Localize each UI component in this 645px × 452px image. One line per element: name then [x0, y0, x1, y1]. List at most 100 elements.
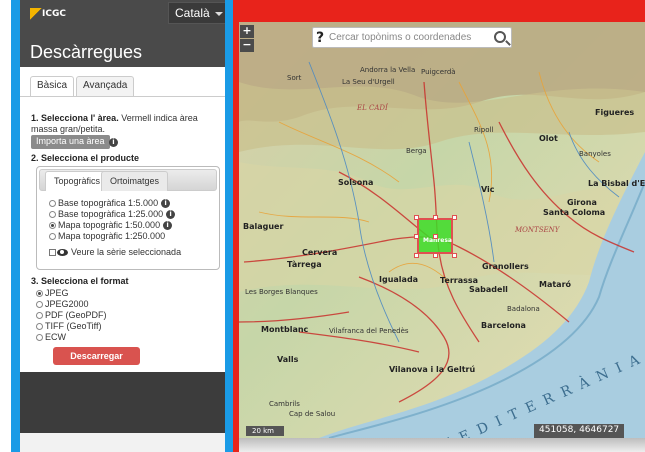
map-label: Badalona [507, 305, 540, 313]
map-label: Banyoles [579, 150, 611, 158]
format-option[interactable]: JPEG [36, 288, 69, 298]
map-label: Sort [287, 74, 302, 82]
radio-button-selected[interactable] [49, 221, 56, 229]
map-label: Olot [539, 134, 558, 143]
map-label: Girona [567, 198, 597, 207]
logo-text: ICGC [42, 9, 66, 19]
radio-button-selected[interactable] [36, 289, 43, 297]
search-icon[interactable] [494, 31, 506, 43]
download-panel: ICGC Català Descàrregues Bàsica Avançada… [20, 0, 225, 452]
map-view[interactable]: + − ? Cercar topònims o coordenades Puig… [239, 22, 645, 438]
panel-header: ICGC Català Descàrregues [20, 0, 225, 67]
map-label: Vilafranca del Penedès [329, 327, 409, 335]
map-label: Cambrils [269, 400, 300, 408]
map-label: MONTSENY [515, 226, 560, 234]
product-option[interactable]: Base topogràfica 1:5.000 i [49, 198, 171, 208]
info-icon[interactable]: i [163, 220, 173, 230]
info-icon[interactable]: i [161, 198, 171, 208]
map-label: Valls [277, 355, 299, 364]
help-icon[interactable]: ? [316, 30, 324, 46]
radio-button[interactable] [36, 333, 43, 341]
logo-mark-icon [30, 8, 42, 20]
product-option-label: Base topogràfica 1:25.000 [58, 209, 164, 219]
radio-button[interactable] [36, 311, 43, 319]
search-input[interactable]: Cercar topònims o coordenades [329, 32, 471, 43]
tab-topografics[interactable]: Topogràfics [45, 171, 110, 191]
search-box[interactable]: ? Cercar topònims o coordenades [312, 27, 512, 48]
selection-handle[interactable] [452, 253, 457, 258]
map-label: Balaguer [243, 222, 284, 231]
map-label: Puigcerdà [421, 68, 456, 76]
map-label: Les Borges Blanques [245, 288, 318, 296]
selection-handle[interactable] [433, 215, 438, 220]
selection-handle[interactable] [433, 253, 438, 258]
map-label: Granollers [482, 262, 529, 271]
zoom-in-button[interactable]: + [240, 25, 254, 38]
eye-icon [57, 248, 68, 256]
map-label: Figueres [595, 108, 635, 117]
map-footer-shadow [239, 438, 645, 452]
product-option[interactable]: Mapa topogràfic 1:50.000 i [49, 220, 173, 230]
format-label: JPEG [45, 288, 69, 298]
format-label: PDF (GeoPDF) [45, 310, 107, 320]
format-label: ECW [45, 332, 66, 342]
language-select[interactable]: Català [168, 2, 225, 24]
show-series-checkbox[interactable] [49, 248, 56, 256]
map-label: Solsona [338, 178, 374, 187]
step3-heading: 3. Selecciona el format [31, 276, 129, 286]
selection-center-handle[interactable] [433, 234, 438, 239]
radio-button[interactable] [49, 199, 56, 207]
map-label: Mataró [539, 280, 572, 289]
page-title: Descàrregues [30, 42, 143, 62]
step2-heading: 2. Selecciona el producte [31, 153, 140, 163]
tab-ortoimatges[interactable]: Ortoimatges [101, 171, 169, 191]
radio-button[interactable] [49, 210, 56, 218]
mode-tabs: Bàsica Avançada [30, 76, 136, 96]
product-option[interactable]: Base topogràfica 1:25.000 i [49, 209, 176, 219]
map-label: Vilanova i la Geltrú [389, 365, 476, 374]
product-panel: Topogràfics Ortoimatges Base topogràfica… [36, 166, 220, 270]
map-label: Terrassa [440, 276, 479, 285]
product-option-label: Mapa topogràfic 1:50.000 [58, 220, 161, 230]
map-label: Sabadell [469, 285, 508, 294]
coordinates-readout: 451058, 4646727 [534, 424, 625, 438]
panel-footer-strip [20, 433, 225, 452]
highlight-bar-top [233, 0, 645, 22]
step1-heading: 1. Selecciona l' àrea. [31, 113, 119, 123]
import-area-button[interactable]: Importa una àrea [31, 135, 110, 149]
radio-button[interactable] [49, 232, 56, 240]
highlight-bar-left [11, 0, 20, 452]
format-option[interactable]: PDF (GeoPDF) [36, 310, 107, 320]
tab-basica[interactable]: Bàsica [30, 76, 75, 96]
selection-handle[interactable] [452, 215, 457, 220]
tab-divider [20, 96, 225, 97]
format-option[interactable]: TIFF (GeoTiff) [36, 321, 102, 331]
zoom-out-button[interactable]: − [240, 39, 254, 52]
map-label: Andorra la Vella [360, 66, 416, 74]
selection-handle[interactable] [414, 215, 419, 220]
show-series-toggle[interactable]: Veure la sèrie seleccionada [49, 247, 181, 257]
map-label: Montblanc [261, 325, 309, 334]
format-option[interactable]: ECW [36, 332, 66, 342]
tab-avancada[interactable]: Avançada [76, 76, 135, 96]
step1-text: 1. Selecciona l' àrea. Vermell indica àr… [31, 113, 223, 135]
product-option-label: Base topogràfica 1:5.000 [58, 198, 159, 208]
icgc-logo[interactable]: ICGC [30, 8, 70, 24]
selection-handle[interactable] [414, 234, 419, 239]
radio-button[interactable] [36, 300, 43, 308]
map-label: Ripoll [474, 126, 494, 134]
map-label: La Seu d'Urgell [342, 78, 395, 86]
map-label: La Bisbal d'Empordà [588, 179, 645, 188]
info-icon[interactable]: i [109, 138, 118, 147]
map-label: Vic [481, 185, 495, 194]
map-label: Barcelona [481, 321, 526, 330]
radio-button[interactable] [36, 322, 43, 330]
format-label: TIFF (GeoTiff) [45, 321, 102, 331]
product-option[interactable]: Mapa topogràfic 1:250.000 [49, 231, 165, 241]
selection-handle[interactable] [414, 253, 419, 258]
info-icon[interactable]: i [166, 209, 176, 219]
format-option[interactable]: JPEG2000 [36, 299, 89, 309]
download-button[interactable]: Descarregar [53, 347, 140, 365]
map-label: Igualada [379, 275, 419, 284]
map-label: Santa Coloma [543, 208, 606, 217]
